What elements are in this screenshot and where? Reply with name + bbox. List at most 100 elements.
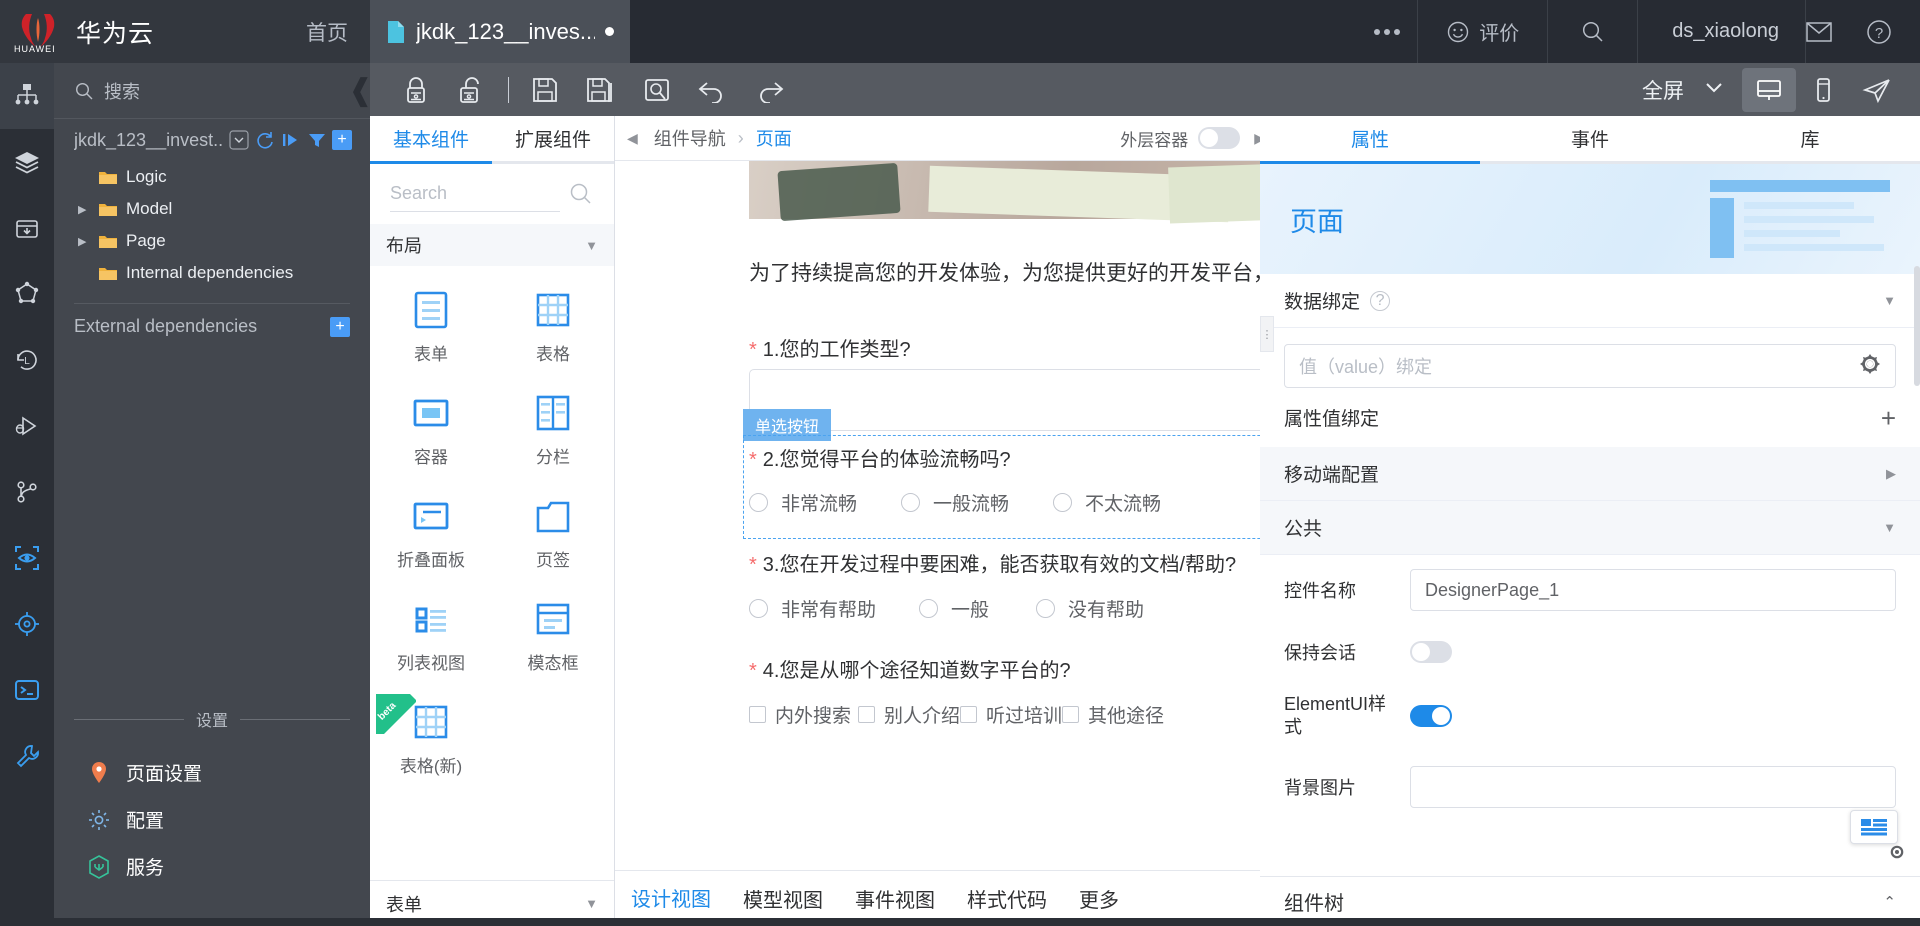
chevron-down-icon[interactable]: ▼: [1883, 293, 1896, 308]
send-paper-plane-icon[interactable]: [1850, 68, 1904, 112]
envelope-icon[interactable]: [1806, 21, 1832, 42]
tab-properties[interactable]: 属性: [1260, 116, 1480, 161]
tab-events[interactable]: 事件: [1480, 116, 1700, 161]
settings-item-service[interactable]: 服务: [54, 843, 370, 890]
chevron-down-icon[interactable]: ▼: [1883, 520, 1896, 535]
component-item-form[interactable]: 表单: [370, 280, 492, 383]
chevron-down-icon[interactable]: ▼: [585, 896, 598, 911]
external-dependencies-row[interactable]: External dependencies +: [54, 304, 370, 349]
home-link[interactable]: 首页: [306, 17, 348, 47]
terminal-icon[interactable]: [0, 657, 54, 723]
component-group-layout[interactable]: 布局 ▼: [370, 224, 614, 266]
radio-option[interactable]: 非常流畅: [749, 489, 901, 516]
plus-icon[interactable]: +: [1881, 405, 1896, 431]
component-item-table-new[interactable]: beta 表格(新): [370, 692, 492, 795]
git-branch-icon[interactable]: [0, 459, 54, 525]
tree-arrow[interactable]: ▶: [78, 235, 90, 248]
component-item-columns[interactable]: 分栏: [492, 383, 614, 486]
desktop-icon[interactable]: [1742, 67, 1796, 112]
question-circle-icon[interactable]: ?: [1370, 290, 1391, 311]
document-tab[interactable]: jkdk_123__inves...: [370, 0, 630, 63]
fullscreen-label[interactable]: 全屏: [1632, 75, 1694, 105]
more-dots-icon[interactable]: [1357, 0, 1417, 63]
background-image-input[interactable]: [1410, 766, 1896, 808]
sitemap-icon[interactable]: [0, 63, 54, 129]
plus-icon[interactable]: +: [330, 316, 350, 337]
chevron-up-icon[interactable]: ⌃: [1883, 893, 1896, 911]
tab-basic-components[interactable]: 基本组件: [370, 116, 492, 161]
component-item-modal[interactable]: 模态框: [492, 589, 614, 692]
debug-run-icon[interactable]: [0, 393, 54, 459]
preview-eye-icon[interactable]: [0, 525, 54, 591]
mobile-icon[interactable]: [1796, 68, 1850, 112]
filter-icon[interactable]: [306, 129, 328, 151]
section-mobile-config[interactable]: 移动端配置 ▶: [1260, 447, 1920, 501]
run-icon[interactable]: [280, 129, 302, 151]
add-icon[interactable]: +: [332, 130, 352, 150]
tree-arrow[interactable]: ▶: [78, 203, 90, 216]
elementui-style-toggle[interactable]: [1410, 704, 1452, 727]
value-binding-input[interactable]: 值（value）绑定: [1284, 344, 1896, 388]
gear-icon[interactable]: [1859, 353, 1881, 380]
component-item-list-view[interactable]: 列表视图: [370, 589, 492, 692]
chevron-left-icon[interactable]: ◀: [623, 130, 642, 147]
tree-item-page[interactable]: ▶ Page: [70, 225, 370, 257]
checkbox-option[interactable]: 其他途径: [1062, 701, 1164, 728]
design-canvas[interactable]: 为了持续提高您的开发体验，为您提供更好的开发平台， * 1.您的工作类型? 单选按…: [615, 161, 1275, 870]
refresh-icon[interactable]: [254, 129, 276, 151]
redo-icon[interactable]: [741, 63, 797, 116]
explorer-search[interactable]: 搜索: [54, 63, 370, 119]
breadcrumb-item-component-nav[interactable]: 组件导航: [654, 125, 726, 151]
save-as-icon[interactable]: [573, 63, 629, 116]
component-item-container[interactable]: 容器: [370, 383, 492, 486]
target-icon[interactable]: [0, 591, 54, 657]
radio-option[interactable]: 不太流畅: [1053, 489, 1161, 516]
evaluate-button[interactable]: 评价: [1417, 0, 1547, 63]
graph-nodes-icon[interactable]: [0, 261, 54, 327]
question-circle-icon[interactable]: ?: [1866, 19, 1892, 45]
preview-search-icon[interactable]: [629, 63, 685, 116]
project-row[interactable]: jkdk_123__invest... +: [54, 119, 370, 161]
tab-extended-components[interactable]: 扩展组件: [492, 116, 614, 161]
component-item-collapse-panel[interactable]: 折叠面板: [370, 486, 492, 589]
component-search[interactable]: Search: [370, 164, 614, 224]
global-search-button[interactable]: [1547, 0, 1637, 63]
chevron-down-box-icon[interactable]: [228, 129, 250, 151]
radio-option[interactable]: 非常有帮助: [749, 595, 919, 622]
gear-icon[interactable]: [1888, 843, 1906, 866]
tree-item-internal-dependencies[interactable]: Internal dependencies: [70, 257, 370, 289]
lock-open-icon[interactable]: [444, 63, 500, 116]
checkbox-option[interactable]: 内外搜索: [749, 701, 858, 728]
checkbox-option[interactable]: 别人介绍: [858, 701, 960, 728]
tree-item-model[interactable]: ▶ Model: [70, 193, 370, 225]
history-clock-icon[interactable]: L: [0, 327, 54, 393]
radio-option[interactable]: 一般: [919, 595, 1036, 622]
component-search-input[interactable]: Search: [390, 176, 560, 212]
control-name-input[interactable]: DesignerPage_1: [1410, 569, 1896, 611]
attribute-binding-row[interactable]: 属性值绑定 +: [1260, 404, 1920, 447]
floating-layout-widget[interactable]: [1850, 810, 1904, 872]
chevron-right-icon[interactable]: ▶: [1886, 466, 1896, 482]
lock-closed-icon[interactable]: [388, 63, 444, 116]
radio-option[interactable]: 没有帮助: [1036, 595, 1144, 622]
package-download-icon[interactable]: [0, 195, 54, 261]
undo-icon[interactable]: [685, 63, 741, 116]
settings-item-page-settings[interactable]: 页面设置: [54, 749, 370, 796]
wrench-icon[interactable]: [0, 723, 54, 789]
component-item-table[interactable]: 表格: [492, 280, 614, 383]
save-icon[interactable]: [517, 63, 573, 116]
breadcrumb-item-page[interactable]: 页面: [756, 125, 792, 151]
layers-icon[interactable]: [0, 129, 54, 195]
panel-resize-handle[interactable]: ⋮: [1260, 316, 1274, 352]
layout-card-icon[interactable]: [1850, 810, 1898, 844]
settings-item-config[interactable]: 配置: [54, 796, 370, 843]
collapse-left-icon[interactable]: ❰: [348, 70, 373, 110]
tab-library[interactable]: 库: [1700, 116, 1920, 161]
tree-item-logic[interactable]: Logic: [70, 161, 370, 193]
user-menu[interactable]: ds_xiaolong: [1637, 0, 1805, 63]
section-data-binding[interactable]: 数据绑定 ? ▼: [1260, 274, 1920, 328]
chevron-down-icon[interactable]: [1694, 81, 1742, 98]
keep-session-toggle[interactable]: [1410, 641, 1452, 663]
outer-container-toggle[interactable]: [1198, 127, 1241, 149]
checkbox-option[interactable]: 听过培训: [960, 701, 1062, 728]
